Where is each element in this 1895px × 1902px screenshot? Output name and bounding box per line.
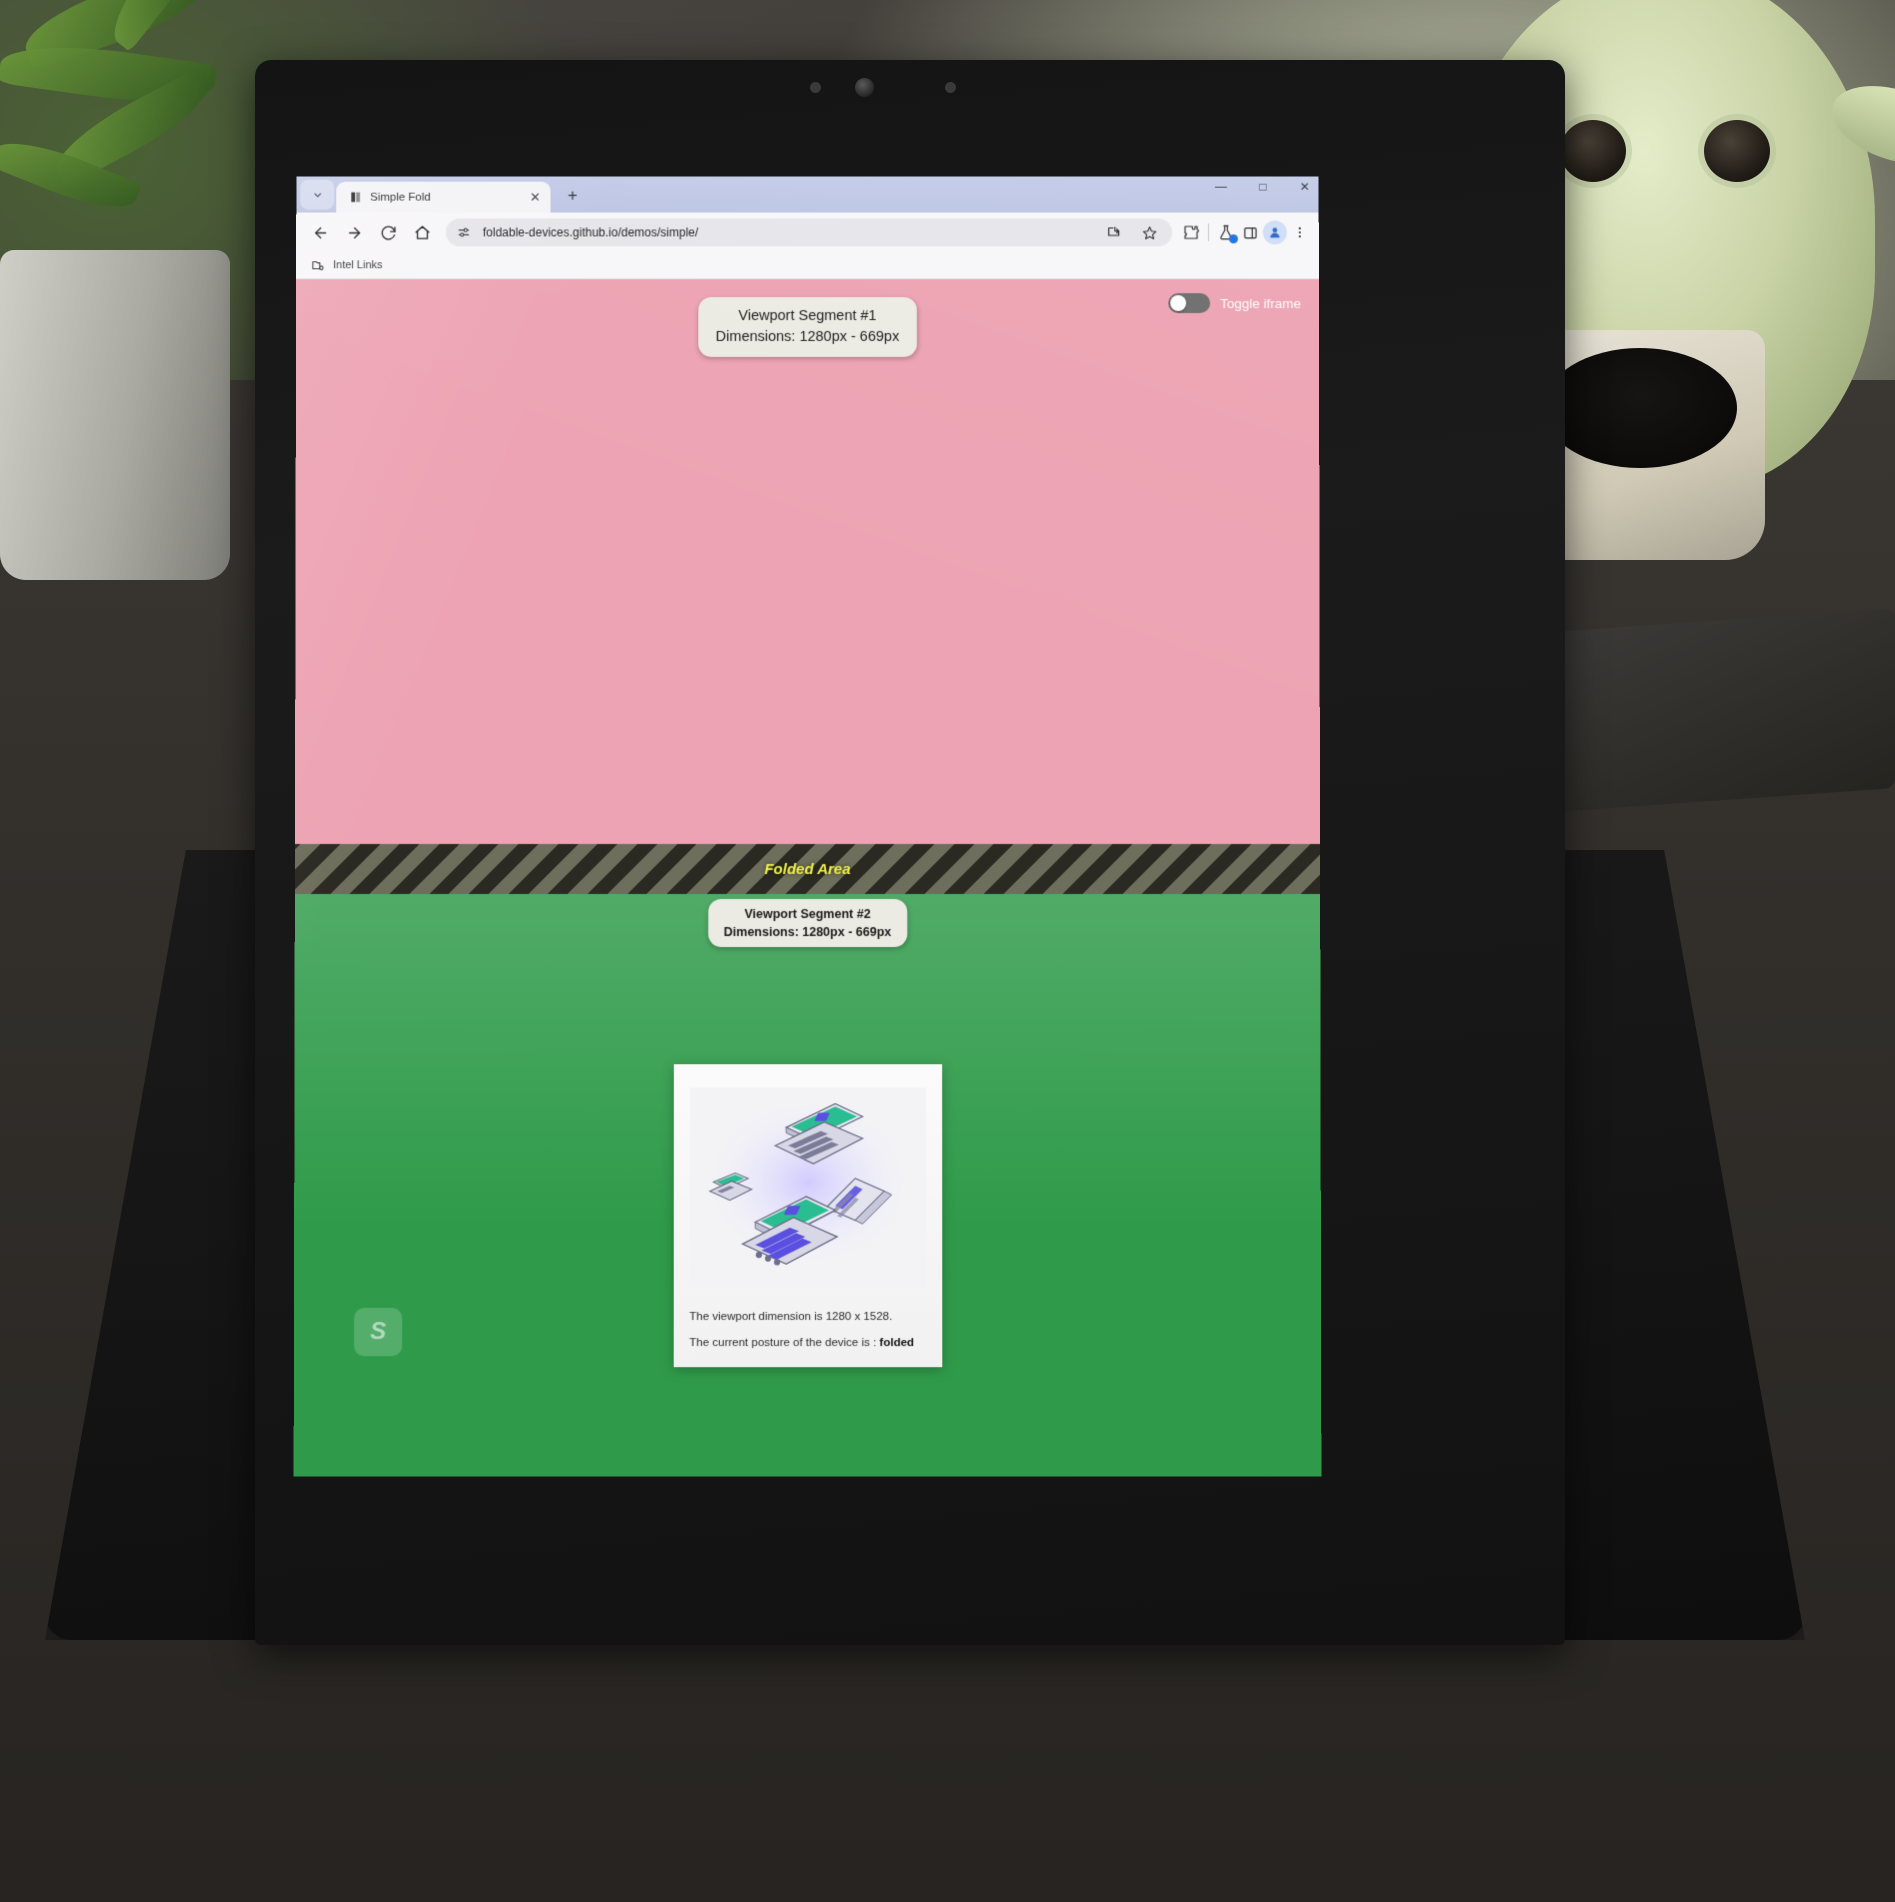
three-dots-menu-icon[interactable] <box>1289 222 1311 244</box>
bookmark-item-intel-links[interactable]: Intel Links <box>333 259 382 271</box>
toolbar-divider <box>1208 223 1210 242</box>
book-favicon <box>348 190 362 204</box>
laptop-screen: Simple Fold ✕ + — □ ✕ foldable-devices.g… <box>293 176 1322 1477</box>
segment-1-title: Viewport Segment #1 <box>738 308 877 325</box>
extensions-puzzle-icon[interactable] <box>1180 222 1202 244</box>
viewport-segment-1: Viewport Segment #1 Dimensions: 1280px -… <box>294 279 1321 845</box>
camera-sensor-dot <box>945 82 956 93</box>
managed-folder-icon <box>310 257 326 273</box>
segment-2-dimensions: Dimensions: 1280px - 669px <box>723 925 892 940</box>
viewport-segment-2: Viewport Segment #2 Dimensions: 1280px -… <box>293 894 1322 1477</box>
folded-area-band: Folded Area <box>294 844 1321 895</box>
address-bar[interactable]: foldable-devices.github.io/demos/simple/ <box>445 218 1173 247</box>
webcam-bar <box>255 60 1565 120</box>
foldable-devices-illustration <box>689 1078 926 1297</box>
posture-prefix: The current posture of the device is : <box>689 1337 880 1350</box>
side-panel-icon[interactable] <box>1239 222 1261 244</box>
segment-2-title: Viewport Segment #2 <box>744 907 871 922</box>
toggle-iframe-label: Toggle iframe <box>1220 295 1301 311</box>
arrow-right-icon[interactable] <box>338 217 370 249</box>
close-window-button[interactable]: ✕ <box>1297 180 1313 194</box>
folded-area-label: Folded Area <box>764 860 851 878</box>
avatar-icon[interactable] <box>1262 220 1287 245</box>
web-page-content: Viewport Segment #1 Dimensions: 1280px -… <box>293 279 1322 1477</box>
browser-tab[interactable]: Simple Fold ✕ <box>336 181 551 213</box>
minimize-button[interactable]: — <box>1213 180 1229 194</box>
install-app-icon[interactable] <box>1102 222 1124 244</box>
device-info-card: The viewport dimension is 1280 x 1528. T… <box>673 1064 942 1368</box>
chevron-down-icon[interactable] <box>300 179 335 210</box>
tune-icon[interactable] <box>454 222 474 242</box>
new-tab-button[interactable]: + <box>559 182 587 210</box>
arrow-left-icon[interactable] <box>304 217 336 249</box>
browser-toolbar: foldable-devices.github.io/demos/simple/ <box>296 212 1319 253</box>
segment-2-badge: Viewport Segment #2 Dimensions: 1280px -… <box>707 899 908 948</box>
browser-tabstrip: Simple Fold ✕ + — □ ✕ <box>296 176 1319 213</box>
maximize-button[interactable]: □ <box>1255 180 1271 194</box>
device-posture-text: The current posture of the device is : f… <box>689 1337 925 1349</box>
segment-1-dimensions: Dimensions: 1280px - 669px <box>715 329 900 345</box>
reload-icon[interactable] <box>372 217 404 249</box>
foldable-laptop: Simple Fold ✕ + — □ ✕ foldable-devices.g… <box>40 60 1840 1860</box>
tab-title: Simple Fold <box>370 191 431 204</box>
bookmarks-bar: Intel Links <box>296 252 1319 280</box>
flask-icon[interactable] <box>1215 222 1238 244</box>
posture-value: folded <box>879 1337 915 1350</box>
segment-1-badge: Viewport Segment #1 Dimensions: 1280px -… <box>697 297 918 357</box>
viewport-dimension-text: The viewport dimension is 1280 x 1528. <box>689 1310 893 1323</box>
toggle-iframe-control[interactable]: Toggle iframe <box>1168 293 1301 314</box>
toggle-knob <box>1170 295 1187 312</box>
close-icon[interactable]: ✕ <box>528 190 543 205</box>
device-logo-watermark: S <box>354 1307 403 1357</box>
window-controls: — □ ✕ <box>1213 180 1313 194</box>
webcam-lens-icon <box>855 78 874 97</box>
url-text[interactable]: foldable-devices.github.io/demos/simple/ <box>483 225 1094 239</box>
home-icon[interactable] <box>406 217 438 249</box>
camera-indicator-dot <box>810 82 821 93</box>
toggle-iframe-switch[interactable] <box>1168 293 1211 314</box>
star-icon[interactable] <box>1138 222 1160 244</box>
